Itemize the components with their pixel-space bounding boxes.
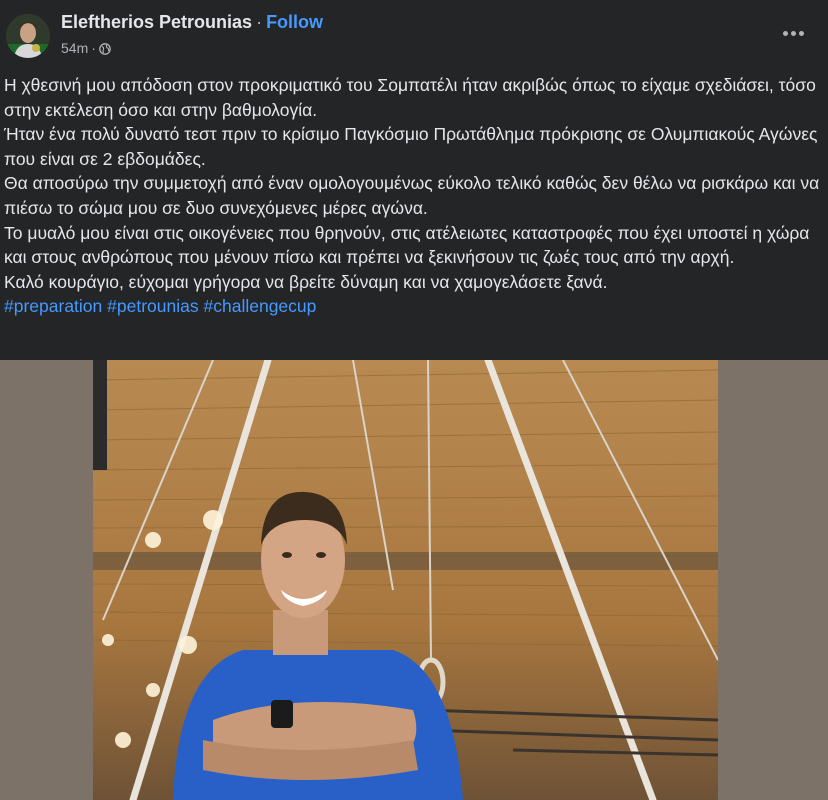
hashtag-link[interactable]: #challengecup: [204, 296, 317, 316]
hashtag-link[interactable]: #preparation: [4, 296, 102, 316]
avatar-image: [6, 14, 50, 58]
post-header: Eleftherios Petrounias · Follow 54m ·: [0, 0, 828, 66]
follow-button[interactable]: Follow: [266, 12, 323, 32]
more-options-icon[interactable]: [780, 20, 806, 46]
hashtag-row: #preparation #petrounias #challengecup: [4, 294, 824, 319]
facebook-post: Eleftherios Petrounias · Follow 54m · Η χθε…: [0, 0, 828, 800]
post-meta: 54m ·: [61, 40, 111, 58]
hashtag-link[interactable]: #petrounias: [107, 296, 198, 316]
globe-icon[interactable]: [99, 42, 111, 58]
author-name-row: Eleftherios Petrounias · Follow: [61, 12, 323, 33]
post-paragraph: Ήταν ένα πολύ δυνατό τεστ πριν το κρίσιμ…: [4, 124, 818, 169]
author-name[interactable]: Eleftherios Petrounias: [61, 12, 252, 32]
post-paragraph: Θα αποσύρω την συμμετοχή από έναν ομολογ…: [4, 173, 820, 218]
post-timestamp[interactable]: 54m: [61, 40, 88, 56]
post-paragraph: Η χθεσινή μου απόδοση στον προκριματικό …: [4, 75, 816, 120]
post-photo[interactable]: [93, 360, 718, 800]
meta-separator: ·: [91, 40, 96, 56]
author-avatar[interactable]: [6, 14, 50, 58]
name-separator: ·: [256, 12, 263, 32]
post-paragraph: Το μυαλό μου είναι στις οικογένειες που …: [4, 222, 810, 268]
post-paragraph: Καλό κουράγιο, εύχομαι γρήγορα να βρείτε…: [4, 271, 608, 292]
post-text: Η χθεσινή μου απόδοση στον προκριματικό …: [4, 73, 824, 319]
post-photo-container[interactable]: [0, 360, 828, 800]
